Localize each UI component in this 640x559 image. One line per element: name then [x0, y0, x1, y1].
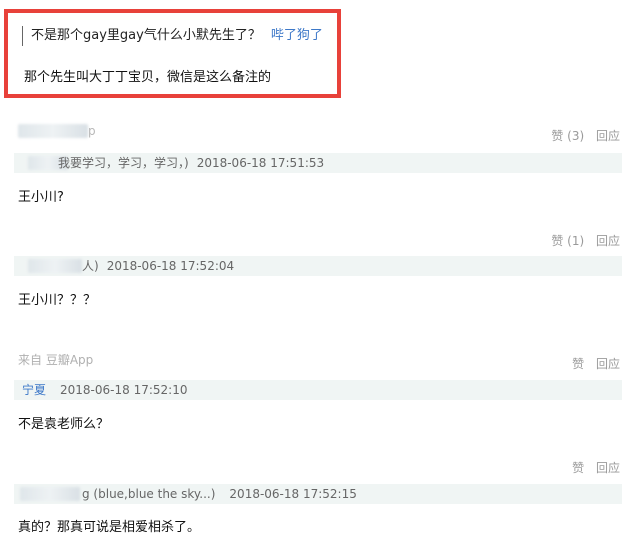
timestamp: 2018-06-18 17:52:10 — [60, 383, 188, 397]
comment-meta-row: 宁夏 2018-06-18 17:52:10 — [14, 380, 622, 400]
timestamp: 2018-06-18 17:51:53 — [196, 156, 325, 170]
like-button[interactable]: 赞 — [572, 357, 584, 371]
username-link[interactable]: 宁夏 — [22, 383, 46, 397]
reply-button[interactable]: 回应 — [596, 234, 620, 248]
like-button[interactable]: 赞 (1) — [551, 234, 584, 248]
quoted-comment-author-link[interactable]: 哔了狗了 — [271, 28, 323, 43]
timestamp: 2018-06-18 17:52:15 — [229, 487, 357, 501]
highlighted-quote-box: 不是那个gay里gay气什么小默先生了？ 哔了狗了 那个先生叫大丁丁宝贝，微信是这… — [4, 9, 341, 98]
timestamp: 2018-06-18 17:52:04 — [106, 259, 235, 273]
user-signature: 我要学习，学习，学习，) — [58, 156, 189, 170]
blurred-username — [18, 124, 88, 138]
comment-actions: 赞 回应 — [564, 355, 620, 372]
reply-button[interactable]: 回应 — [596, 129, 620, 143]
quoted-comment: 不是那个gay里gay气什么小默先生了？ 哔了狗了 — [22, 26, 331, 46]
comment-text: 王小川? — [18, 190, 64, 205]
reply-button[interactable]: 回应 — [596, 357, 620, 371]
comment-meta-row: 人) 2018-06-18 17:52:04 — [14, 256, 622, 276]
comment-meta: 人) 2018-06-18 17:52:04 — [82, 256, 234, 276]
blurred-avatar-name — [28, 259, 82, 273]
comment-actions: 赞 (3) 回应 — [543, 127, 620, 144]
user-signature: 人) — [82, 259, 99, 273]
comment-text: 不是袁老师么？ — [18, 417, 110, 432]
quote-reply-text: 那个先生叫大丁丁宝贝，微信是这么备注的 — [24, 70, 272, 85]
comment-meta: g (blue,blue the sky...) 2018-06-18 17:52… — [82, 484, 357, 504]
from-app-label: 来自 豆瓣App — [18, 353, 94, 367]
comment-text: 王小川？？？ — [18, 293, 97, 308]
comment-meta-row: 我要学习，学习，学习，) 2018-06-18 17:51:53 — [14, 153, 622, 173]
user-signature: g (blue,blue the sky...) — [82, 487, 216, 501]
comment-meta: 宁夏 2018-06-18 17:52:10 — [22, 380, 187, 400]
comment-meta: 我要学习，学习，学习，) 2018-06-18 17:51:53 — [58, 153, 324, 173]
blurred-avatar-name — [20, 487, 80, 501]
like-button[interactable]: 赞 — [572, 461, 584, 475]
comment-text: 真的？那真可说是相爱相杀了。 — [18, 520, 201, 535]
comment-meta-row: g (blue,blue the sky...) 2018-06-18 17:52… — [14, 484, 622, 504]
comment-actions: 赞 回应 — [564, 459, 620, 476]
quoted-comment-text: 不是那个gay里gay气什么小默先生了？ — [31, 28, 261, 43]
reply-button[interactable]: 回应 — [596, 461, 620, 475]
like-button[interactable]: 赞 (3) — [551, 129, 584, 143]
username-fragment: p — [88, 124, 96, 138]
comment-actions: 赞 (1) 回应 — [543, 232, 620, 249]
